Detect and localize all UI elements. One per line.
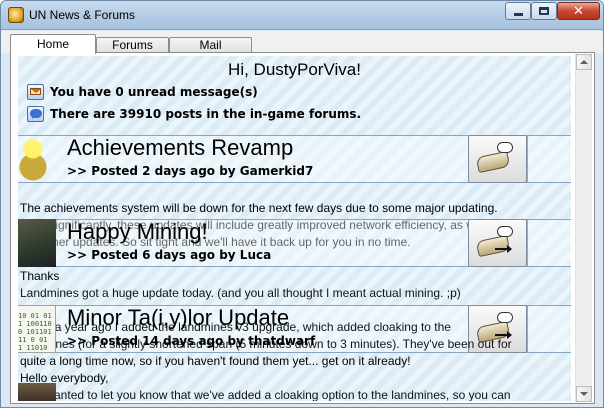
minimize-button[interactable] bbox=[505, 2, 531, 20]
envelope-icon bbox=[27, 83, 44, 100]
app-icon bbox=[8, 7, 24, 23]
maximize-icon bbox=[539, 7, 549, 15]
tab-home[interactable]: Home bbox=[10, 34, 96, 54]
news-body-line: Hello everybody, bbox=[20, 371, 109, 385]
poster-avatar bbox=[18, 383, 56, 401]
arrow-down-icon bbox=[580, 392, 588, 396]
forum-posts-line: There are 39910 posts in the in-game for… bbox=[27, 105, 361, 122]
scroll-icon bbox=[475, 150, 511, 174]
comments-button[interactable] bbox=[468, 219, 527, 267]
news-body-line: landmines (for a slightly shortened span… bbox=[20, 337, 512, 351]
news-header: Achievements Revamp >> Posted 2 days ago… bbox=[18, 135, 571, 183]
vertical-scrollbar[interactable] bbox=[575, 54, 592, 402]
speech-bubble-icon bbox=[27, 105, 44, 122]
greeting-heading: Hi, DustyPorViva! bbox=[228, 60, 361, 79]
window: UN News & Forums ✕ Home Forums Mail Hi, … bbox=[0, 0, 604, 408]
news-meta: >> Posted 6 days ago by Luca bbox=[67, 248, 272, 262]
poster-avatar bbox=[18, 135, 56, 183]
binary-graphic-icon: 10 01 01 1 100110 0 101101 11 0 01 1 110… bbox=[18, 312, 52, 352]
title-bar[interactable]: UN News & Forums ✕ bbox=[1, 1, 603, 30]
scroll-down-button[interactable] bbox=[576, 386, 592, 402]
tab-bar: Home Forums Mail bbox=[1, 31, 603, 54]
news-title: Happy Mining! bbox=[67, 219, 208, 244]
news-body-line: The achievements system will be down for… bbox=[20, 201, 498, 215]
forum-posts-text: There are 39910 posts in the in-game for… bbox=[50, 106, 362, 121]
news-header: Happy Mining! >> Posted 6 days ago by Lu… bbox=[18, 219, 571, 267]
unread-messages-text: You have 0 unread message(s) bbox=[50, 84, 258, 99]
comments-button[interactable] bbox=[468, 135, 527, 183]
news-body-line: Thanks bbox=[20, 269, 60, 283]
speech-bubble-icon bbox=[497, 226, 513, 237]
scroll-up-button[interactable] bbox=[576, 54, 592, 70]
news-side-cell bbox=[527, 135, 571, 183]
news-meta: >> Posted 2 days ago by Gamerkid7 bbox=[67, 164, 314, 178]
unread-messages-line: You have 0 unread message(s) bbox=[27, 83, 258, 100]
news-body-line: About a year ago I added the landmines v… bbox=[20, 320, 451, 334]
poster-avatar bbox=[18, 219, 56, 267]
speech-bubble-icon bbox=[497, 142, 513, 153]
news-side-cell bbox=[527, 219, 571, 267]
news-title: Achievements Revamp bbox=[67, 135, 294, 160]
maximize-button[interactable] bbox=[531, 2, 557, 20]
window-title: UN News & Forums bbox=[29, 8, 136, 22]
minimize-icon bbox=[513, 12, 523, 16]
news-body-line: Landmines got a huge update today. (and … bbox=[20, 286, 461, 300]
home-panel: Hi, DustyPorViva! You have 0 unread mess… bbox=[10, 52, 595, 404]
arrow-icon bbox=[495, 245, 512, 253]
poster-avatar: 10 01 01 1 100110 0 101101 11 0 01 1 110… bbox=[18, 305, 56, 353]
news-body-line: quite a long time now, so if you haven't… bbox=[20, 354, 411, 368]
close-button[interactable]: ✕ bbox=[557, 2, 600, 20]
news-body-line: Just wanted to let you know that we've a… bbox=[20, 388, 511, 401]
news-feed[interactable]: Hi, DustyPorViva! You have 0 unread mess… bbox=[18, 56, 571, 401]
arrow-up-icon bbox=[580, 60, 588, 64]
scroll-icon bbox=[475, 234, 511, 258]
close-icon: ✕ bbox=[573, 3, 584, 19]
